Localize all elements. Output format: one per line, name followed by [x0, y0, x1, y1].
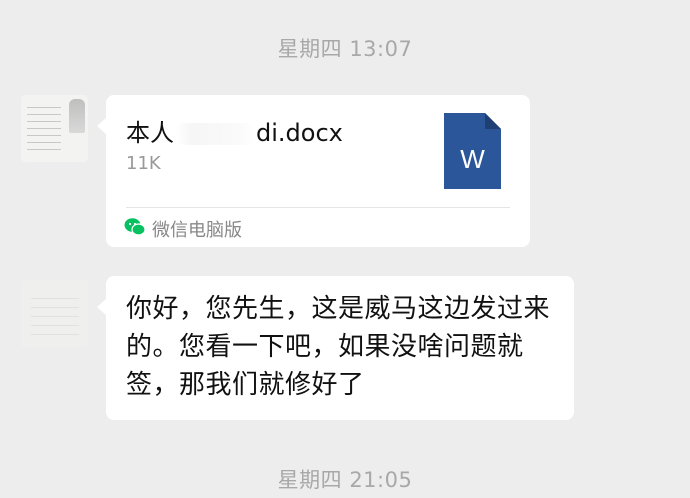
message-timestamp: 星期四 13:07 — [277, 37, 413, 61]
word-document-icon: W — [444, 113, 501, 189]
avatar-image — [31, 290, 79, 338]
text-message-bubble[interactable]: 你好，您先生，这是威马这边发过来的。您看一下吧，如果没啥问题就签，那我们就修好了 — [97, 276, 574, 420]
contact-avatar[interactable] — [21, 95, 88, 162]
wechat-icon — [124, 218, 146, 236]
file-message-card[interactable]: 本人 di.docx 11K W 微信电脑版 — [97, 95, 530, 247]
file-name-suffix: di.docx — [256, 119, 343, 147]
card-divider — [126, 207, 510, 208]
word-icon-letter: W — [460, 144, 485, 174]
source-label: 微信电脑版 — [152, 220, 242, 241]
redaction-blur — [176, 123, 254, 145]
file-size: 11K — [126, 153, 161, 174]
file-name: 本人 di.docx — [126, 113, 343, 148]
avatar-figure — [69, 99, 85, 133]
message-text: 你好，您先生，这是威马这边发过来的。您看一下吧，如果没啥问题就签，那我们就修好了 — [126, 294, 551, 400]
contact-avatar-blurred[interactable] — [21, 280, 88, 347]
file-name-prefix: 本人 — [126, 119, 174, 147]
avatar-image — [27, 101, 61, 155]
message-timestamp-bottom: 星期四 21:05 — [277, 468, 413, 492]
